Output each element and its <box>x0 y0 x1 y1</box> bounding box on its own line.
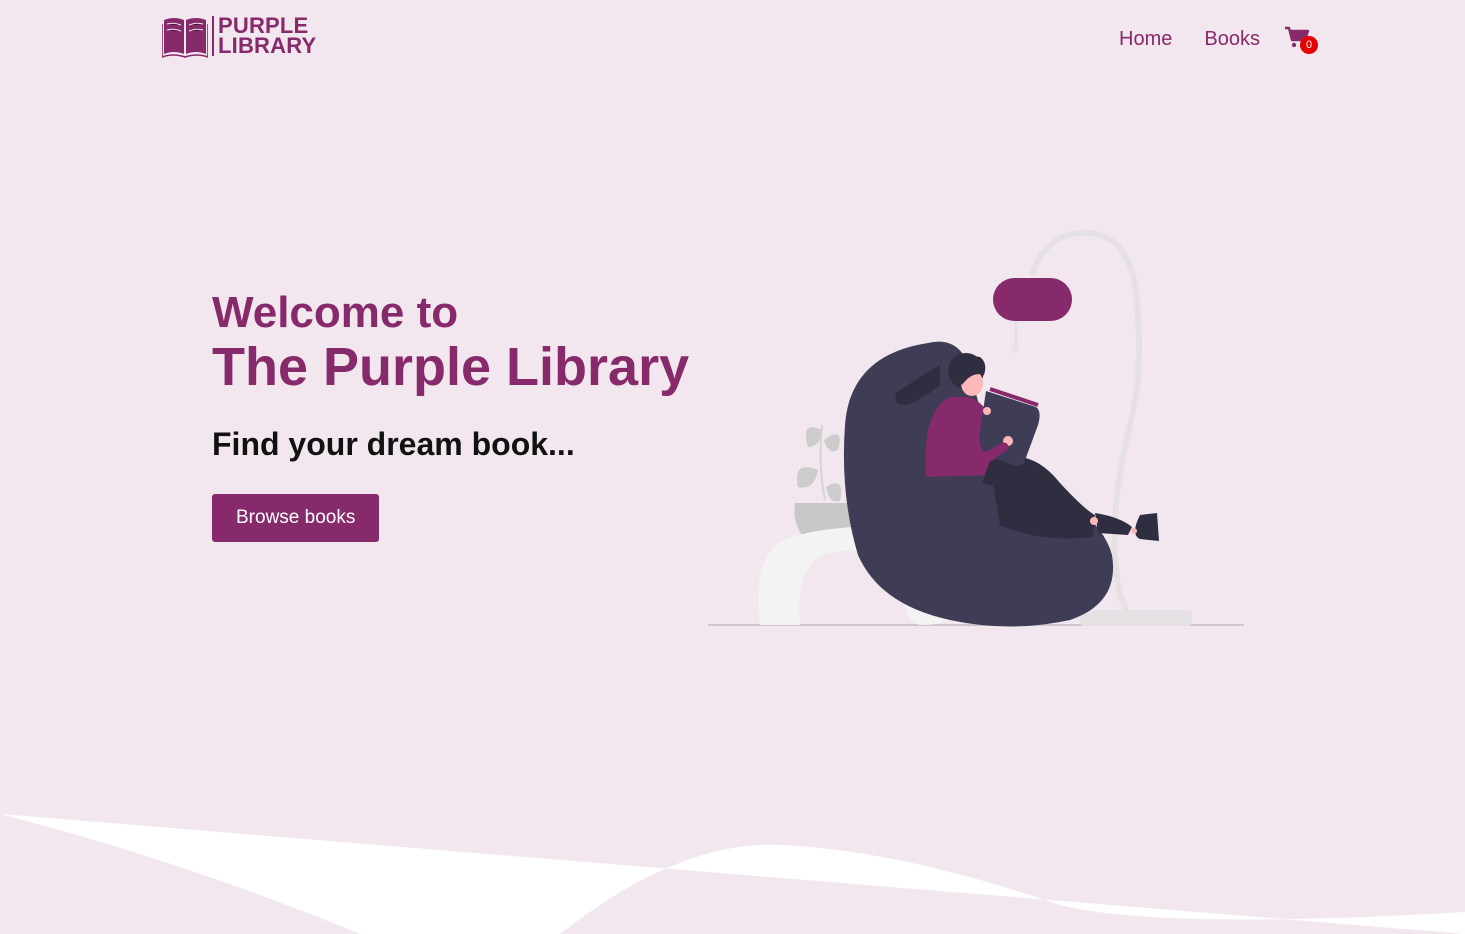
nav-books-link[interactable]: Books <box>1204 28 1260 51</box>
open-book-icon <box>162 18 208 58</box>
brand-line2: LIBRARY <box>218 33 317 58</box>
cart-button[interactable]: 0 <box>1284 26 1318 54</box>
cart-count-badge: 0 <box>1300 36 1318 54</box>
hero-subtitle: Find your dream book... <box>212 426 575 462</box>
hero-welcome-text: Welcome to <box>212 288 459 337</box>
navbar: PURPLE LIBRARY Home Books 0 <box>0 0 1465 78</box>
brand-name: PURPLE LIBRARY <box>218 15 317 58</box>
nav-home-link[interactable]: Home <box>1119 28 1172 51</box>
woman-reading-illustration <box>708 229 1244 627</box>
decorative-wave <box>0 814 1465 934</box>
logo-divider <box>212 16 214 56</box>
browse-books-button[interactable]: Browse books <box>212 494 380 542</box>
hero-title: The Purple Library <box>212 337 690 397</box>
nav-links: Home Books 0 <box>1087 26 1318 54</box>
hero-section: Welcome to The Purple Library Find your … <box>212 288 689 542</box>
brand-logo[interactable]: PURPLE LIBRARY <box>162 14 316 58</box>
